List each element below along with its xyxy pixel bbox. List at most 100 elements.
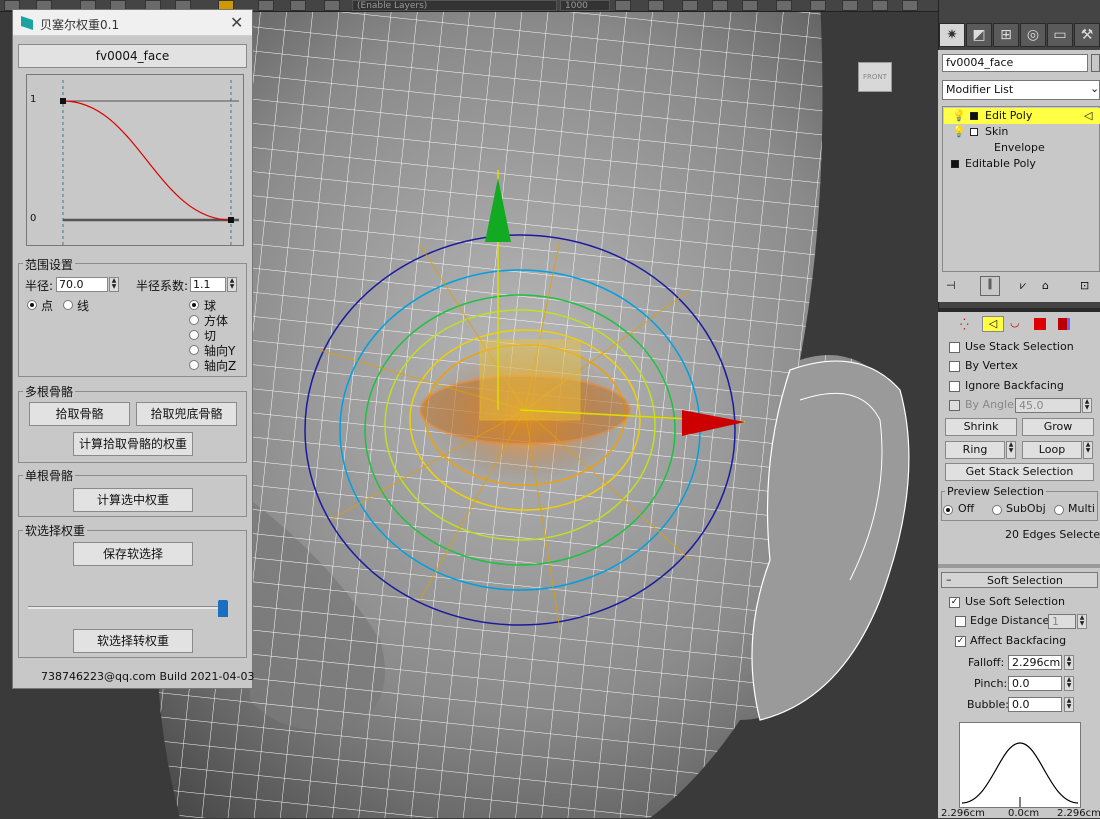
object-color-swatch[interactable] <box>1091 54 1100 72</box>
select-region-icon[interactable] <box>290 0 306 11</box>
display-tab-icon[interactable]: ▭ <box>1047 23 1073 47</box>
polygon-mode-icon[interactable] <box>1034 318 1046 330</box>
by-angle-checkbox[interactable] <box>949 400 960 411</box>
radius-field[interactable]: 70.0 <box>56 277 108 292</box>
shape-box-radio[interactable] <box>189 315 199 325</box>
preview-multi-radio[interactable] <box>1054 505 1064 515</box>
hierarchy-tab-icon[interactable]: ⊞ <box>993 23 1019 47</box>
edge-mode-icon[interactable]: ◁ <box>982 316 1004 332</box>
radius-label: 半径: <box>25 279 54 293</box>
collapse-icon[interactable] <box>970 128 978 136</box>
bezier-curve-editor[interactable]: 1 0 <box>26 74 244 246</box>
by-angle-field[interactable]: 45.0 <box>1015 398 1081 413</box>
close-icon[interactable]: ✕ <box>230 13 243 32</box>
modify-tab-icon[interactable]: ◩ <box>966 23 992 47</box>
shape-sphere-radio[interactable] <box>189 300 199 310</box>
soft-weight-slider[interactable] <box>28 606 228 609</box>
chevron-down-icon[interactable]: ⌄ <box>1090 82 1099 95</box>
shrink-button[interactable]: Shrink <box>945 418 1017 436</box>
shape-axis-z-radio[interactable] <box>189 360 199 370</box>
hammer-icon[interactable] <box>842 0 858 11</box>
grow-button[interactable]: Grow <box>1022 418 1094 436</box>
bubble-spinner[interactable]: ▲ ▼ <box>1064 697 1074 712</box>
stack-item-envelope[interactable]: Envelope <box>944 140 1100 156</box>
save-soft-selection-button[interactable]: 保存软选择 <box>73 542 193 566</box>
mode-line-radio[interactable] <box>63 300 73 310</box>
falloff-curve <box>961 742 1079 807</box>
calc-selected-weight-button[interactable]: 计算选中权重 <box>73 488 193 512</box>
preview-subobj-radio[interactable] <box>992 505 1002 515</box>
get-stack-selection-button[interactable]: Get Stack Selection <box>945 463 1094 481</box>
shape-axis-y-radio[interactable] <box>189 345 199 355</box>
dialog-titlebar[interactable]: 贝塞尔权重0.1 ✕ <box>13 10 252 36</box>
falloff-field[interactable]: 2.296cm <box>1008 655 1062 670</box>
add-layer-icon[interactable] <box>648 0 664 11</box>
falloff-spinner[interactable]: ▲ ▼ <box>1064 655 1074 670</box>
ignore-backfacing-checkbox[interactable] <box>949 381 960 392</box>
calc-picked-bones-button[interactable]: 计算拾取骨骼的权重 <box>73 432 193 456</box>
number-dropdown[interactable]: 1000 <box>560 0 610 11</box>
modifier-list-dropdown[interactable]: Modifier List <box>942 80 1100 100</box>
radius-spinner[interactable]: ▲ ▼ <box>109 277 119 292</box>
loop-button[interactable]: Loop <box>1022 441 1082 459</box>
edge-distance-checkbox[interactable] <box>955 616 966 627</box>
vertex-mode-icon[interactable]: ⁛ <box>960 318 969 331</box>
scene-explorer-icon[interactable] <box>902 0 918 11</box>
viewcube[interactable]: FRONT <box>858 62 892 92</box>
loop-spinner[interactable]: ▲ ▼ <box>1083 441 1093 459</box>
configure-sets-icon[interactable]: ⊡ <box>1080 279 1089 292</box>
soft-to-weight-button[interactable]: 软选择转权重 <box>73 629 193 653</box>
use-soft-selection-checkbox[interactable]: ✓ <box>949 597 960 608</box>
down-arrow-icon[interactable] <box>682 0 698 11</box>
create-tab-icon[interactable]: ✷ <box>939 23 965 47</box>
expand-icon[interactable] <box>951 160 959 168</box>
ring-spinner[interactable]: ▲ ▼ <box>1006 441 1016 459</box>
ring-button[interactable]: Ring <box>945 441 1005 459</box>
layer-dropdown[interactable]: (Enable Layers) <box>352 0 557 11</box>
pin-icon[interactable]: ◁ <box>1084 108 1092 124</box>
make-unique-icon[interactable]: ⩗ <box>1020 279 1026 293</box>
by-angle-spinner[interactable]: ▲ ▼ <box>1082 398 1092 413</box>
eye-icon[interactable] <box>742 0 758 11</box>
affect-backfacing-checkbox[interactable]: ✓ <box>955 636 966 647</box>
border-mode-icon[interactable]: ◡ <box>1010 316 1020 329</box>
graph-icon[interactable] <box>872 0 888 11</box>
object-name-button[interactable]: fv0004_face <box>18 44 247 68</box>
pick-base-bone-button[interactable]: 拾取兜底骨骼 <box>136 402 237 426</box>
by-vertex-checkbox[interactable] <box>949 361 960 372</box>
bulb-icon[interactable]: 💡 <box>952 108 966 124</box>
move-icon[interactable] <box>324 0 340 11</box>
layer-manager-icon[interactable] <box>615 0 631 11</box>
motion-tab-icon[interactable]: ◎ <box>1020 23 1046 47</box>
shape-cut-radio[interactable] <box>189 330 199 340</box>
pinch-spinner[interactable]: ▲ ▼ <box>1064 676 1074 691</box>
soft-selection-header[interactable]: – Soft Selection <box>941 572 1098 588</box>
collapse-rollout-icon[interactable]: – <box>946 573 952 586</box>
pinch-field[interactable]: 0.0 <box>1008 676 1062 691</box>
show-end-result-icon[interactable]: ∥ <box>980 276 1000 296</box>
preview-off-radio[interactable] <box>943 505 953 515</box>
expand-icon[interactable] <box>970 112 978 120</box>
stack-icon[interactable] <box>776 0 792 11</box>
radius-factor-field[interactable]: 1.1 <box>190 277 226 292</box>
edge-distance-field[interactable]: 1 <box>1048 614 1076 629</box>
select-icon[interactable] <box>258 0 274 11</box>
soft-weight-slider-handle[interactable] <box>218 600 228 617</box>
use-stack-selection-checkbox[interactable] <box>949 342 960 353</box>
mode-point-radio[interactable] <box>27 300 37 310</box>
layer-props-icon[interactable] <box>712 0 728 11</box>
freeze-icon[interactable] <box>810 0 826 11</box>
pin-stack-icon[interactable]: ⊣ <box>946 279 956 292</box>
stack-item-edit-poly[interactable]: 💡 Edit Poly ◁ <box>944 108 1100 124</box>
bubble-field[interactable]: 0.0 <box>1008 697 1062 712</box>
remove-modifier-icon[interactable]: ⌂ <box>1042 279 1049 292</box>
edge-distance-spinner[interactable]: ▲ ▼ <box>1077 614 1087 629</box>
stack-item-skin[interactable]: 💡 Skin <box>944 124 1100 140</box>
pick-bones-button[interactable]: 拾取骨骼 <box>29 402 130 426</box>
bulb-icon[interactable]: 💡 <box>952 124 966 140</box>
element-mode-icon[interactable] <box>1058 318 1070 330</box>
stack-item-editable-poly[interactable]: Editable Poly <box>944 156 1100 172</box>
utilities-tab-icon[interactable]: ⚒ <box>1074 23 1100 47</box>
radius-factor-spinner[interactable]: ▲ ▼ <box>227 277 237 292</box>
object-name-field[interactable]: fv0004_face <box>942 54 1088 72</box>
